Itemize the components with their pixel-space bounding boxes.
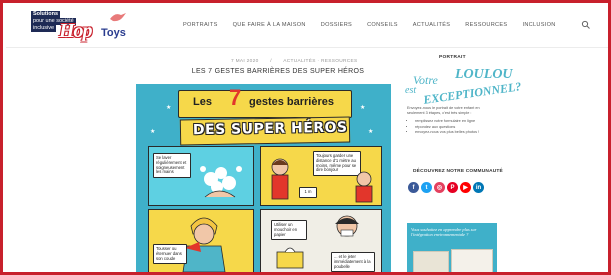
meta-separator: / — [270, 59, 272, 64]
article-poster-image[interactable]: Les 7 gestes barrières DES SUPER HÉROS ★… — [136, 84, 391, 272]
site-logo[interactable]: Solutions pour une société inclusive Hop… — [31, 11, 136, 43]
poster-sign-distance: 1 m — [299, 187, 317, 198]
poster-heading-gestes: gestes barrières — [249, 96, 334, 108]
list-item: envoyez-nous vos plus belles photos ! — [415, 130, 507, 136]
poster-panel-cough: Tousser ou éternuer dans son coude — [148, 209, 254, 272]
header-divider — [6, 47, 608, 48]
community-heading: DÉCOUVREZ NOTRE COMMUNAUTÉ — [413, 169, 503, 174]
sidebar-steps-list: remplissez notre formulaire en ligne rép… — [407, 119, 507, 136]
nav-item-que-faire[interactable]: QUE FAIRE À LA MAISON — [233, 22, 306, 28]
promo-thumbnail-left — [413, 251, 449, 272]
article-date: 7 MAI 2020 — [231, 59, 259, 64]
hero-tissue-illustration — [335, 215, 359, 237]
step-text: répondez aux questions — [415, 124, 456, 129]
search-icon[interactable] — [581, 20, 591, 30]
logo-tag-inclusive: inclusive — [31, 25, 57, 32]
social-icons: f t ◎ P ▶ in — [408, 182, 484, 193]
step-text[interactable]: remplissez notre formulaire en ligne — [415, 119, 475, 123]
poster-bubble-tissue: Utiliser un mouchoir en papier — [271, 220, 307, 241]
poster-banner-title: Les 7 gestes barrières — [178, 85, 352, 118]
star-icon: ★ — [368, 129, 374, 135]
promo-text: Vous souhaitez en apprendre plus sur l'i… — [411, 227, 477, 238]
nav-item-portraits[interactable]: PORTRAITS — [183, 22, 218, 28]
star-icon: ★ — [360, 105, 366, 111]
step-text: envoyez-nous vos plus belles photos ! — [415, 130, 480, 135]
sidebar-heading-portrait: PORTRAIT — [439, 55, 466, 60]
linkedin-icon[interactable]: in — [473, 182, 484, 193]
poster-number-seven: 7 — [229, 85, 242, 110]
lettering-est: est — [405, 85, 417, 96]
poster-subheading: DES SUPER HÉROS — [192, 119, 348, 139]
bird-logo-icon — [110, 13, 126, 22]
poster-banner-subtitle: DES SUPER HÉROS — [179, 116, 351, 146]
logo-tag-solutions: Solutions — [31, 11, 61, 18]
instagram-icon[interactable]: ◎ — [434, 182, 445, 193]
article-title: LES 7 GESTES BARRIÈRES DES SUPER HÉROS — [191, 68, 365, 75]
star-icon: ★ — [150, 129, 156, 135]
logo-hop-text: Hop — [59, 20, 93, 42]
washing-hands-illustration — [200, 166, 242, 198]
facebook-icon[interactable]: f — [408, 182, 419, 193]
nav-item-conseils[interactable]: CONSEILS — [367, 22, 398, 28]
sidebar-promo-banner[interactable]: Vous souhaitez en apprendre plus sur l'i… — [407, 223, 497, 272]
star-icon: ★ — [166, 105, 172, 111]
page-frame: Solutions pour une société inclusive Hop… — [0, 0, 611, 275]
poster-panel-tissue: Utiliser un mouchoir en papier ... et le… — [260, 209, 382, 272]
twitter-icon[interactable]: t — [421, 182, 432, 193]
poster-panel-distance: Toujours garder une distance d'1 mètre a… — [260, 146, 382, 206]
pinterest-icon[interactable]: P — [447, 182, 458, 193]
nav-item-inclusion[interactable]: INCLUSION — [522, 22, 555, 28]
sidebar-intro-text: Envoyez-nous le portrait de votre enfant… — [407, 106, 480, 115]
article-meta: 7 MAI 2020 / ACTUALITÉS · RESSOURCES — [231, 59, 368, 64]
hero-left-illustration — [271, 158, 289, 200]
nav-item-actualites[interactable]: ACTUALITÉS — [413, 22, 451, 28]
nav-item-ressources[interactable]: RESSOURCES — [465, 22, 507, 28]
poster-bubble-wash: Se laver régulièrement et soigneusement … — [153, 153, 191, 179]
main-nav: PORTRAITS QUE FAIRE À LA MAISON DOSSIERS… — [183, 22, 571, 28]
poster-heading-les: Les — [193, 96, 212, 108]
hero-right-illustration — [355, 171, 373, 203]
tissue-box-illustration — [276, 247, 304, 269]
poster-bubble-cough: Tousser ou éternuer dans son coude — [153, 244, 187, 265]
promo-thumbnail-right — [451, 249, 493, 272]
lettering-votre: Votre — [413, 73, 438, 87]
nav-item-dossiers[interactable]: DOSSIERS — [321, 22, 352, 28]
poster-bubble-bin: ... et le jeter immédiatement à la poube… — [331, 252, 375, 272]
youtube-icon[interactable]: ▶ — [460, 182, 471, 193]
poster-panel-wash-hands: Se laver régulièrement et soigneusement … — [148, 146, 254, 206]
logo-toys-text: Toys — [101, 27, 126, 39]
article-categories[interactable]: ACTUALITÉS · RESSOURCES — [283, 59, 357, 64]
